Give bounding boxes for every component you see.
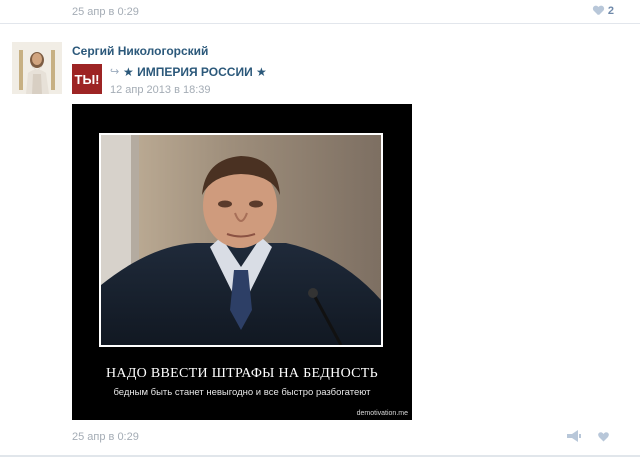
- group-logo[interactable]: ТЫ!: [72, 64, 102, 94]
- heart-icon[interactable]: [598, 432, 609, 442]
- post-image[interactable]: НАДО ВВЕСТИ ШТРАФЫ НА БЕДНОСТЬ бедным бы…: [72, 104, 412, 420]
- photo-man-in-suit: [101, 135, 381, 345]
- previous-post-date[interactable]: 25 апр в 0:29: [72, 6, 139, 18]
- heart-icon: [593, 6, 604, 16]
- repost-group-link[interactable]: ★ ИМПЕРИЯ РОССИИ ★: [123, 65, 267, 79]
- repost-date[interactable]: 12 апр 2013 в 18:39: [110, 84, 211, 96]
- repost-header: ТЫ! ↪ ★ ИМПЕРИЯ РОССИИ ★ 12 апр 2013 в 1…: [72, 64, 472, 96]
- share-icon[interactable]: [566, 430, 582, 442]
- image-subcaption: бедным быть станет невыгодно и все быстр…: [113, 387, 371, 398]
- avatar-photo: [12, 42, 62, 94]
- previous-post-like-button[interactable]: 2: [593, 5, 614, 17]
- image-photo-frame: [99, 133, 383, 347]
- post-date[interactable]: 25 апр в 0:29: [72, 431, 139, 443]
- post-author-link[interactable]: Сергий Никологорский: [72, 44, 208, 58]
- previous-post-footer: 25 апр в 0:29 2: [0, 0, 640, 24]
- like-count: 2: [607, 5, 614, 17]
- image-caption: НАДО ВВЕСТИ ШТРАФЫ НА БЕДНОСТЬ: [106, 366, 378, 381]
- image-watermark: demotivation.me: [356, 410, 408, 417]
- author-avatar[interactable]: [12, 42, 62, 94]
- repost-arrow-icon: ↪: [110, 66, 120, 78]
- group-logo-text: ТЫ!: [74, 71, 100, 87]
